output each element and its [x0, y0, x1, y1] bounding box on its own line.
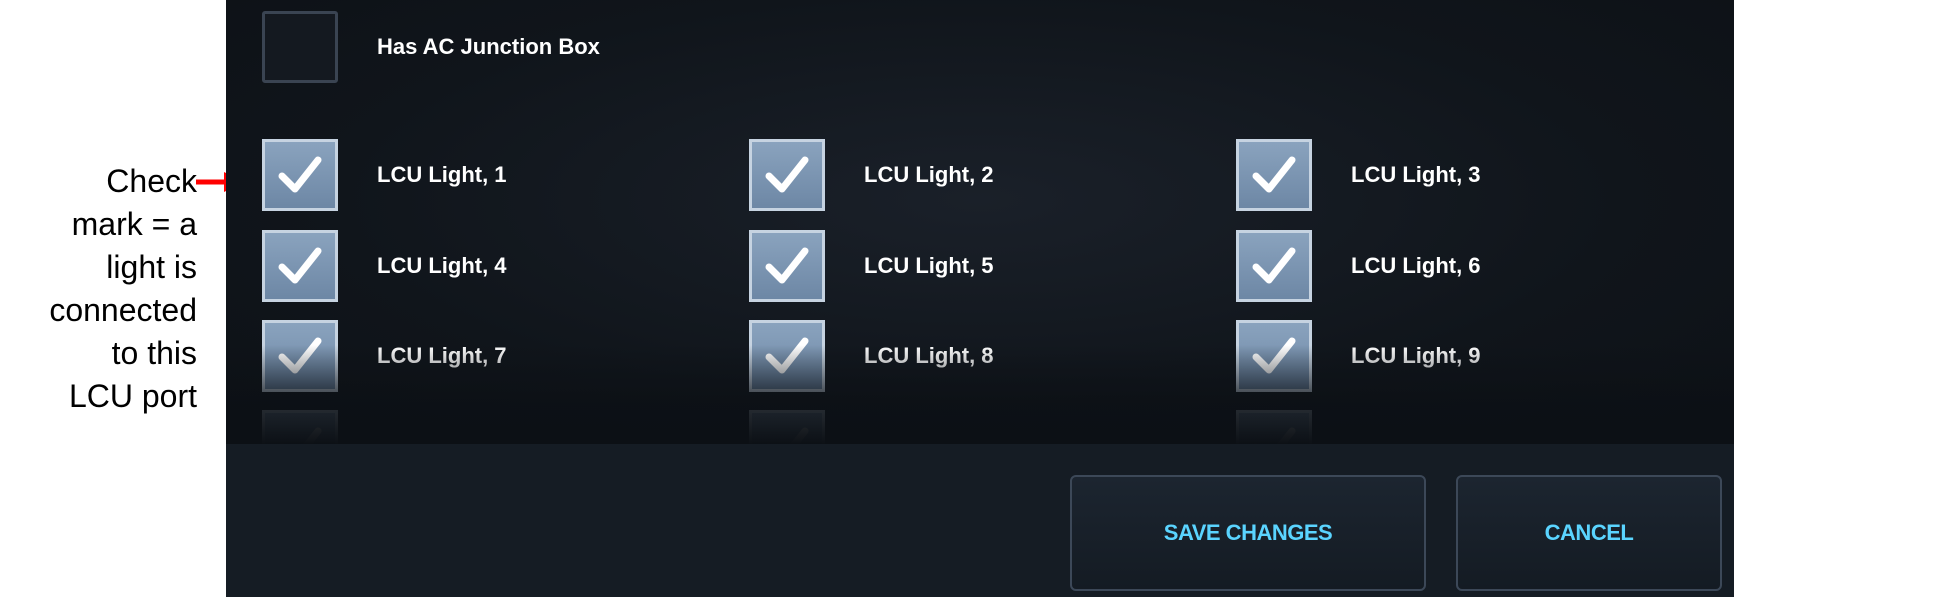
- light-label: LCU Light, 6: [1351, 253, 1481, 278]
- light-checkbox[interactable]: [1236, 230, 1312, 302]
- light-checkbox[interactable]: [749, 410, 825, 444]
- light-label: LCU Light, 7: [377, 343, 507, 368]
- dialog-footer: SAVE CHANGES CANCEL: [226, 444, 1734, 597]
- annotation-text: Check mark = a light is connected to thi…: [0, 160, 197, 418]
- light-label: LCU Light, 8: [864, 343, 994, 368]
- light-checkbox[interactable]: [262, 410, 338, 444]
- junction-box-checkbox[interactable]: [262, 11, 338, 83]
- save-changes-button[interactable]: SAVE CHANGES: [1070, 475, 1426, 591]
- cancel-button[interactable]: CANCEL: [1456, 475, 1722, 591]
- lcu-settings-panel: Has AC Junction Box LCU Light, 1 LCU Ligh…: [226, 0, 1734, 597]
- annotation-line: mark = a: [71, 206, 197, 242]
- light-label: LCU Light, 4: [377, 253, 507, 278]
- light-checkbox[interactable]: [262, 139, 338, 211]
- light-checkbox[interactable]: [1236, 410, 1312, 444]
- light-label: LCU Light, 5: [864, 253, 994, 278]
- light-label: LCU Light, 9: [1351, 343, 1481, 368]
- light-label: LCU Light, 1: [377, 162, 507, 187]
- light-checkbox[interactable]: [1236, 139, 1312, 211]
- light-checkbox[interactable]: [1236, 320, 1312, 392]
- light-label: LCU Light, 3: [1351, 162, 1481, 187]
- light-checkbox[interactable]: [262, 230, 338, 302]
- annotation-line: to this: [111, 335, 197, 371]
- lights-scroll-area[interactable]: Has AC Junction Box LCU Light, 1 LCU Ligh…: [226, 0, 1734, 444]
- light-checkbox[interactable]: [749, 230, 825, 302]
- light-checkbox[interactable]: [262, 320, 338, 392]
- annotation-line: Check: [106, 163, 197, 199]
- light-checkbox[interactable]: [749, 320, 825, 392]
- annotation-line: LCU port: [68, 378, 197, 414]
- light-checkbox[interactable]: [749, 139, 825, 211]
- annotation-line: light is: [106, 249, 197, 285]
- light-label: LCU Light, 2: [864, 162, 994, 187]
- junction-box-label: Has AC Junction Box: [377, 34, 600, 59]
- annotation-line: connected: [49, 292, 197, 328]
